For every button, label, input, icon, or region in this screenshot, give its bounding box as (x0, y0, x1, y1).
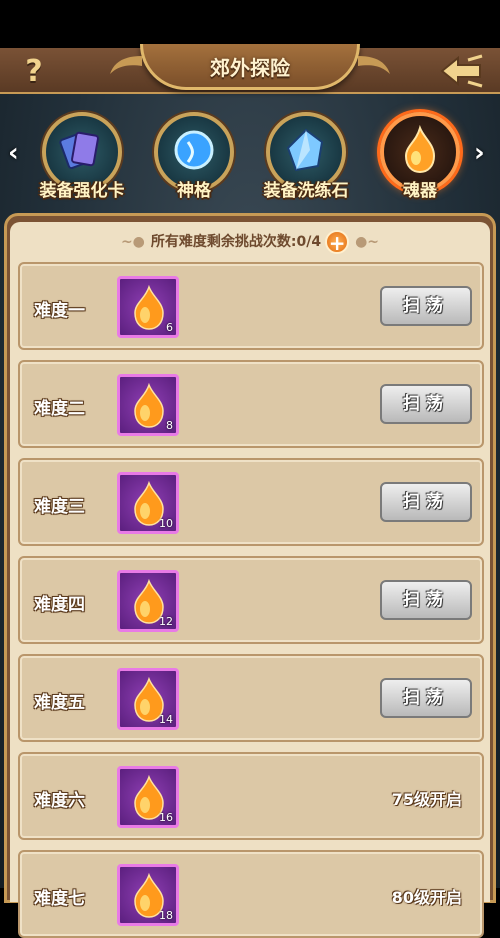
category-label: 装备洗练石 (263, 181, 349, 201)
reward-item[interactable]: 6 (117, 276, 179, 338)
difficulty-name: 难度六 (34, 791, 85, 811)
difficulty-row: 难度四 12 扫荡 (18, 556, 484, 644)
reward-quantity: 10 (159, 517, 173, 530)
soul-flame-icon (404, 124, 436, 174)
help-button[interactable]: ? (18, 56, 50, 88)
left-swirl-icon: ~● (120, 234, 145, 250)
difficulty-name: 难度二 (34, 399, 85, 419)
remaining-attempts: ~● 所有难度剩余挑战次数:0/4 + ●~ (0, 230, 500, 254)
reward-quantity: 16 (159, 811, 173, 824)
category-divinity[interactable]: 神格 (144, 110, 244, 201)
back-arrow-icon[interactable] (438, 52, 486, 90)
reward-quantity: 14 (159, 713, 173, 726)
sweep-button[interactable]: 扫荡 (380, 482, 472, 522)
next-category-arrow[interactable]: › (474, 138, 485, 168)
category-refine-stone[interactable]: 装备洗练石 (256, 110, 356, 201)
difficulty-row: 难度七 18 80级开启 (18, 850, 484, 938)
reward-item[interactable]: 16 (117, 766, 179, 828)
crystal-icon (286, 128, 324, 172)
difficulty-name: 难度三 (34, 497, 85, 517)
reward-quantity: 18 (159, 909, 173, 922)
prev-category-arrow[interactable]: ‹ (8, 138, 19, 168)
left-ornament-icon (110, 56, 142, 74)
reward-item[interactable]: 12 (117, 570, 179, 632)
card-stack-icon (59, 131, 99, 170)
reward-item[interactable]: 18 (117, 864, 179, 926)
sweep-button[interactable]: 扫荡 (380, 580, 472, 620)
reward-quantity: 8 (166, 419, 173, 432)
category-equip-card[interactable]: 装备强化卡 (32, 110, 132, 201)
unlock-requirement: 75级开启 (391, 790, 462, 809)
category-label: 神格 (177, 181, 211, 201)
category-label: 魂器 (403, 181, 437, 201)
reward-quantity: 12 (159, 615, 173, 628)
right-ornament-icon (358, 56, 390, 74)
remaining-text: 所有难度剩余挑战次数:0/4 (150, 234, 322, 250)
difficulty-name: 难度一 (34, 301, 85, 321)
category-soul-vessel[interactable]: 魂器 (370, 110, 470, 201)
blue-orb-icon (174, 130, 214, 170)
difficulty-row: 难度二 8 扫荡 (18, 360, 484, 448)
category-label: 装备强化卡 (39, 181, 125, 201)
page-title: 郊外探险 (210, 56, 290, 80)
add-attempts-button[interactable]: + (325, 230, 350, 254)
difficulty-name: 难度五 (34, 693, 85, 713)
difficulty-name: 难度四 (34, 595, 85, 615)
soul-flame-icon (134, 383, 164, 428)
sweep-button[interactable]: 扫荡 (380, 678, 472, 718)
right-swirl-icon: ●~ (355, 234, 380, 250)
reward-item[interactable]: 14 (117, 668, 179, 730)
sweep-button[interactable]: 扫荡 (380, 384, 472, 424)
difficulty-row: 难度三 10 扫荡 (18, 458, 484, 546)
reward-quantity: 6 (166, 321, 173, 334)
difficulty-row: 难度五 14 扫荡 (18, 654, 484, 742)
reward-item[interactable]: 10 (117, 472, 179, 534)
difficulty-row: 难度一 6 扫荡 (18, 262, 484, 350)
reward-item[interactable]: 8 (117, 374, 179, 436)
sweep-button[interactable]: 扫荡 (380, 286, 472, 326)
soul-flame-icon (134, 285, 164, 330)
difficulty-row: 难度六 16 75级开启 (18, 752, 484, 840)
